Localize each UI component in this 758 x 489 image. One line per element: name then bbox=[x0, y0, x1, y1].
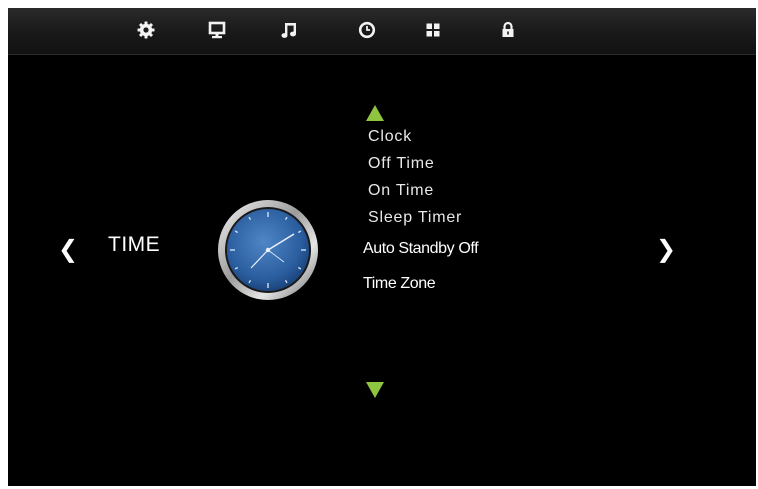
tab-picture[interactable] bbox=[205, 18, 229, 42]
tab-lock[interactable] bbox=[496, 18, 520, 42]
tv-menu-screen: ❮ TIME Clock Off Time On Time Sleep Time… bbox=[8, 8, 756, 486]
menu-item-clock[interactable]: Clock bbox=[368, 128, 412, 146]
down-arrow-icon[interactable] bbox=[366, 382, 384, 398]
tab-apps[interactable] bbox=[421, 18, 445, 42]
section-title: TIME bbox=[108, 233, 161, 256]
monitor-icon bbox=[208, 21, 226, 39]
analog-clock-icon bbox=[218, 200, 318, 300]
previous-category-arrow[interactable]: ❮ bbox=[58, 235, 78, 263]
tab-sound[interactable] bbox=[277, 18, 301, 42]
next-category-arrow[interactable]: ❯ bbox=[656, 235, 676, 263]
tab-settings[interactable] bbox=[134, 18, 158, 42]
menu-item-auto-standby-off[interactable]: Auto Standby Off bbox=[363, 240, 479, 258]
category-tab-bar bbox=[8, 8, 756, 55]
clock-icon bbox=[358, 21, 376, 39]
up-arrow-icon[interactable] bbox=[366, 105, 384, 121]
music-note-icon bbox=[281, 23, 296, 38]
gear-icon bbox=[137, 21, 155, 39]
lock-icon bbox=[502, 21, 514, 37]
menu-item-on-time[interactable]: On Time bbox=[368, 182, 434, 200]
menu-item-off-time[interactable]: Off Time bbox=[368, 155, 435, 173]
tab-time[interactable] bbox=[355, 18, 379, 42]
menu-item-time-zone[interactable]: Time Zone bbox=[363, 275, 436, 293]
grid-icon bbox=[426, 23, 440, 37]
menu-item-sleep-timer[interactable]: Sleep Timer bbox=[368, 209, 462, 227]
